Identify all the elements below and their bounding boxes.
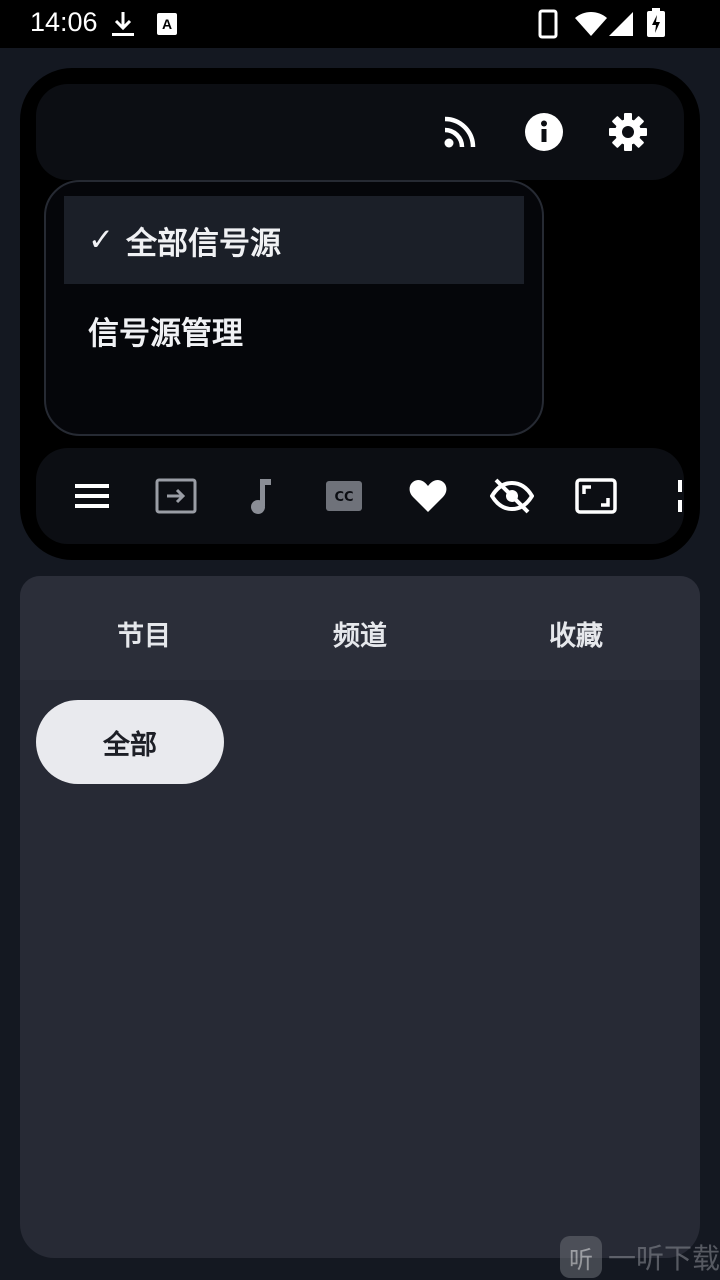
player-area[interactable]: ✓ 全部信号源 信号源管理 CC bbox=[20, 68, 700, 560]
watermark-text: 一听下载 bbox=[608, 1242, 720, 1275]
status-time: 14:06 bbox=[30, 7, 98, 37]
watermark-logo: 听 bbox=[560, 1236, 602, 1278]
svg-text:A: A bbox=[162, 16, 172, 32]
heart-icon[interactable] bbox=[404, 472, 452, 520]
battery-charging-icon bbox=[646, 8, 666, 42]
watermark: 听 一听下载 bbox=[560, 1236, 720, 1278]
check-icon: ✓ bbox=[88, 222, 114, 258]
tab-bar: 节目 频道 收藏 bbox=[20, 576, 700, 680]
aspect-ratio-icon[interactable] bbox=[572, 472, 620, 520]
download-icon bbox=[110, 10, 136, 42]
status-bar: 14:06 A bbox=[0, 0, 720, 48]
wifi-icon bbox=[574, 11, 608, 41]
more-vertical-icon[interactable] bbox=[656, 472, 684, 520]
eye-off-icon[interactable] bbox=[488, 472, 536, 520]
tab-channels[interactable]: 频道 bbox=[280, 614, 440, 653]
input-switch-icon[interactable] bbox=[152, 472, 200, 520]
menu-item-label: 全部信号源 bbox=[125, 225, 281, 262]
filter-chip-all[interactable]: 全部 bbox=[36, 700, 224, 784]
closed-caption-icon[interactable]: CC bbox=[320, 472, 368, 520]
music-note-icon[interactable] bbox=[236, 472, 284, 520]
info-icon[interactable] bbox=[520, 108, 568, 156]
control-bar: CC bbox=[36, 448, 684, 544]
menu-item-source-management[interactable]: 信号源管理 bbox=[64, 286, 524, 374]
content-panel: 节目 频道 收藏 全部 bbox=[20, 576, 700, 1258]
svg-text:CC: CC bbox=[334, 490, 353, 505]
signal-icon bbox=[608, 11, 634, 41]
phone-icon bbox=[538, 9, 558, 43]
tab-programs[interactable]: 节目 bbox=[64, 614, 224, 653]
menu-item-all-sources[interactable]: ✓ 全部信号源 bbox=[64, 196, 524, 284]
tab-favorites[interactable]: 收藏 bbox=[496, 614, 656, 653]
menu-icon[interactable] bbox=[68, 472, 116, 520]
rss-feed-icon[interactable] bbox=[436, 108, 484, 156]
menu-item-label: 信号源管理 bbox=[88, 315, 243, 352]
source-menu: ✓ 全部信号源 信号源管理 bbox=[44, 180, 544, 436]
settings-gear-icon[interactable] bbox=[604, 108, 652, 156]
top-toolbar bbox=[36, 84, 684, 180]
keyboard-a-icon: A bbox=[156, 12, 178, 40]
